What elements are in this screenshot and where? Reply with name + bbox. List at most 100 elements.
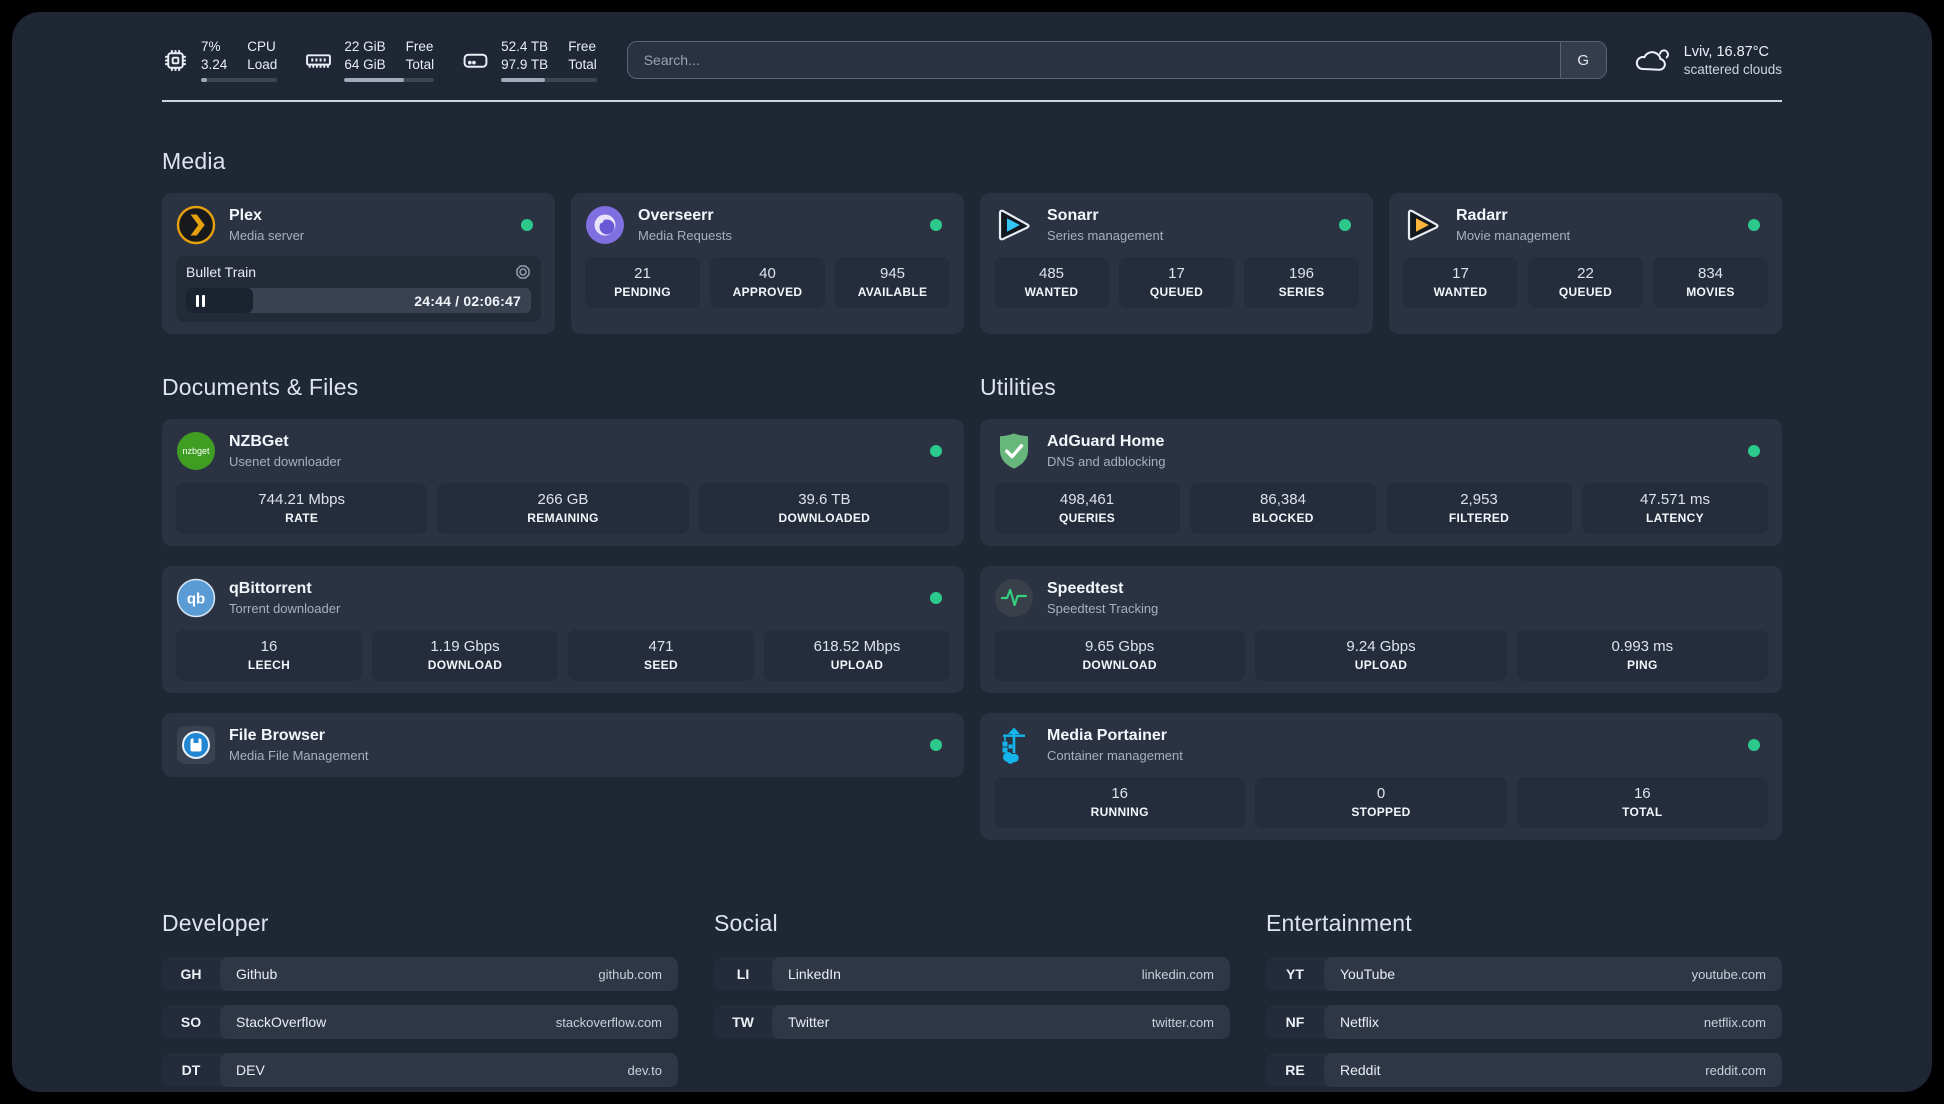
- link-url: netflix.com: [1703, 1014, 1766, 1030]
- status-dot: [930, 219, 942, 231]
- memory-values: 22 GiB 64 GiB: [344, 38, 385, 74]
- stat-box: 618.52 Mbps UPLOAD: [764, 630, 950, 681]
- disk-progress-fill: [501, 78, 546, 83]
- disk-labels: Free Total: [568, 38, 597, 72]
- cpu-progress-fill: [201, 78, 208, 83]
- card-title: qBittorrent: [229, 580, 312, 597]
- link-youtube[interactable]: YT YouTube youtube.com: [1266, 957, 1782, 991]
- stat-box: 1.19 Gbps DOWNLOAD: [372, 630, 558, 681]
- status-dot: [1748, 739, 1760, 751]
- sonarr-card[interactable]: Sonarr Series management 485 WANTED 17 Q…: [980, 193, 1373, 334]
- link-dev[interactable]: DT DEV dev.to: [162, 1053, 678, 1087]
- stat-box: 834 MOVIES: [1653, 257, 1768, 308]
- link-stackoverflow[interactable]: SO StackOverflow stackoverflow.com: [162, 1005, 678, 1039]
- stat-box: 40 APPROVED: [710, 257, 825, 308]
- dashboard-page: 7% 3.24 CPU Load 22 GiB 64 GiB Free Tota…: [12, 12, 1932, 1092]
- svg-text:qb: qb: [187, 591, 205, 608]
- status-dot: [521, 219, 533, 231]
- link-reddit[interactable]: RE Reddit reddit.com: [1266, 1053, 1782, 1087]
- disk-total-value: 97.9 TB: [501, 57, 549, 72]
- memory-total-value: 64 GiB: [344, 57, 386, 72]
- link-name: YouTube: [1340, 966, 1396, 982]
- stat-box: 2,953 FILTERED: [1386, 483, 1572, 534]
- memory-metric: 22 GiB 64 GiB Free Total: [305, 38, 435, 83]
- card-subtitle: Media Requests: [638, 228, 732, 243]
- stat-box: 485 WANTED: [994, 257, 1109, 308]
- overseerr-icon: [585, 205, 625, 245]
- nzbget-icon: nzbget: [176, 431, 216, 471]
- plex-card[interactable]: Plex Media server Bullet Train 24:44 / 0…: [162, 193, 555, 334]
- link-name: DEV: [236, 1062, 265, 1078]
- card-subtitle: Media server: [229, 228, 305, 243]
- stat-box: 9.24 Gbps UPLOAD: [1255, 630, 1507, 681]
- stat-box: 945 AVAILABLE: [835, 257, 950, 308]
- link-abbr: NF: [1285, 1014, 1305, 1030]
- cpu-metric: 7% 3.24 CPU Load: [162, 38, 278, 83]
- card-subtitle: Speedtest Tracking: [1047, 601, 1159, 616]
- cloud-icon: [1635, 49, 1669, 71]
- link-twitter[interactable]: TW Twitter twitter.com: [714, 1005, 1230, 1039]
- stat-box: 498,461 QUERIES: [994, 483, 1180, 534]
- link-name: LinkedIn: [788, 966, 841, 982]
- radarr-card[interactable]: Radarr Movie management 17 WANTED 22 QUE…: [1389, 193, 1782, 334]
- stat-box: 0.993 ms PING: [1516, 630, 1768, 681]
- link-abbr: LI: [736, 966, 750, 982]
- card-subtitle: Container management: [1047, 748, 1183, 763]
- stat-box: 21 PENDING: [585, 257, 700, 308]
- adguard-card[interactable]: AdGuard Home DNS and adblocking 498,461 …: [980, 419, 1782, 546]
- link-name: StackOverflow: [236, 1014, 327, 1030]
- card-subtitle: Torrent downloader: [229, 601, 341, 616]
- stat-box: 0 STOPPED: [1255, 777, 1507, 828]
- system-metrics: 7% 3.24 CPU Load 22 GiB 64 GiB Free Tota…: [162, 38, 597, 83]
- portainer-icon: [994, 725, 1034, 765]
- link-netflix[interactable]: NF Netflix netflix.com: [1266, 1005, 1782, 1039]
- stat-box: 744.21 Mbps RATE: [176, 483, 428, 534]
- link-name: Reddit: [1340, 1062, 1381, 1078]
- entertainment-links: Entertainment YT YouTube youtube.com NF …: [1266, 860, 1782, 1101]
- card-title: Radarr: [1456, 207, 1508, 224]
- ram-icon: [306, 53, 332, 68]
- speedtest-card[interactable]: Speedtest Speedtest Tracking 9.65 Gbps D…: [980, 566, 1782, 693]
- cpu-labels: CPU Load: [247, 38, 278, 72]
- status-dot: [1748, 219, 1760, 231]
- stat-box: 266 GB REMAINING: [437, 483, 689, 534]
- nzbget-card[interactable]: nzbget NZBGet Usenet downloader 744.21 M…: [162, 419, 964, 546]
- stat-box: 17 QUEUED: [1119, 257, 1234, 308]
- section-title-documents: Documents & Files: [162, 374, 359, 400]
- card-subtitle: Series management: [1047, 228, 1164, 243]
- portainer-card[interactable]: Media Portainer Container management 16 …: [980, 713, 1782, 840]
- link-abbr: SO: [180, 1014, 202, 1030]
- overseerr-card[interactable]: Overseerr Media Requests 21 PENDING 40 A…: [571, 193, 964, 334]
- playback-progress-bar[interactable]: 24:44 / 02:06:47: [186, 288, 531, 313]
- stat-box: 9.65 Gbps DOWNLOAD: [994, 630, 1246, 681]
- link-name: Twitter: [788, 1014, 830, 1030]
- qbittorrent-card[interactable]: qb qBittorrent Torrent downloader 16 LEE…: [162, 566, 964, 693]
- link-github[interactable]: GH Github github.com: [162, 957, 678, 991]
- card-title: Overseerr: [638, 207, 714, 224]
- section-title-utilities: Utilities: [980, 374, 1056, 400]
- link-url: reddit.com: [1705, 1062, 1766, 1078]
- pause-icon[interactable]: [196, 294, 205, 307]
- link-linkedin[interactable]: LI LinkedIn linkedin.com: [714, 957, 1230, 991]
- search-engine-button[interactable]: G: [1559, 42, 1606, 78]
- link-url: github.com: [598, 966, 662, 982]
- weather-condition: scattered clouds: [1683, 61, 1782, 77]
- link-abbr: TW: [732, 1014, 754, 1030]
- section-title-entertainment: Entertainment: [1266, 910, 1412, 936]
- weather-widget[interactable]: Lviv, 16.87°C scattered clouds: [1633, 44, 1782, 77]
- memory-free-value: 22 GiB: [344, 38, 386, 54]
- status-dot: [930, 592, 942, 604]
- session-icon[interactable]: [515, 264, 531, 280]
- link-abbr: GH: [180, 966, 202, 982]
- memory-progress-fill: [344, 78, 404, 83]
- stat-box: 86,384 BLOCKED: [1190, 483, 1376, 534]
- search-input[interactable]: [627, 42, 1560, 78]
- card-title: File Browser: [229, 727, 326, 744]
- filebrowser-icon: [176, 725, 216, 765]
- card-subtitle: Movie management: [1456, 228, 1571, 243]
- link-abbr: YT: [1286, 966, 1304, 982]
- filebrowser-card[interactable]: File Browser Media File Management: [162, 713, 964, 777]
- link-url: twitter.com: [1151, 1014, 1214, 1030]
- plex-icon: [176, 205, 216, 245]
- memory-labels: Free Total: [405, 38, 435, 72]
